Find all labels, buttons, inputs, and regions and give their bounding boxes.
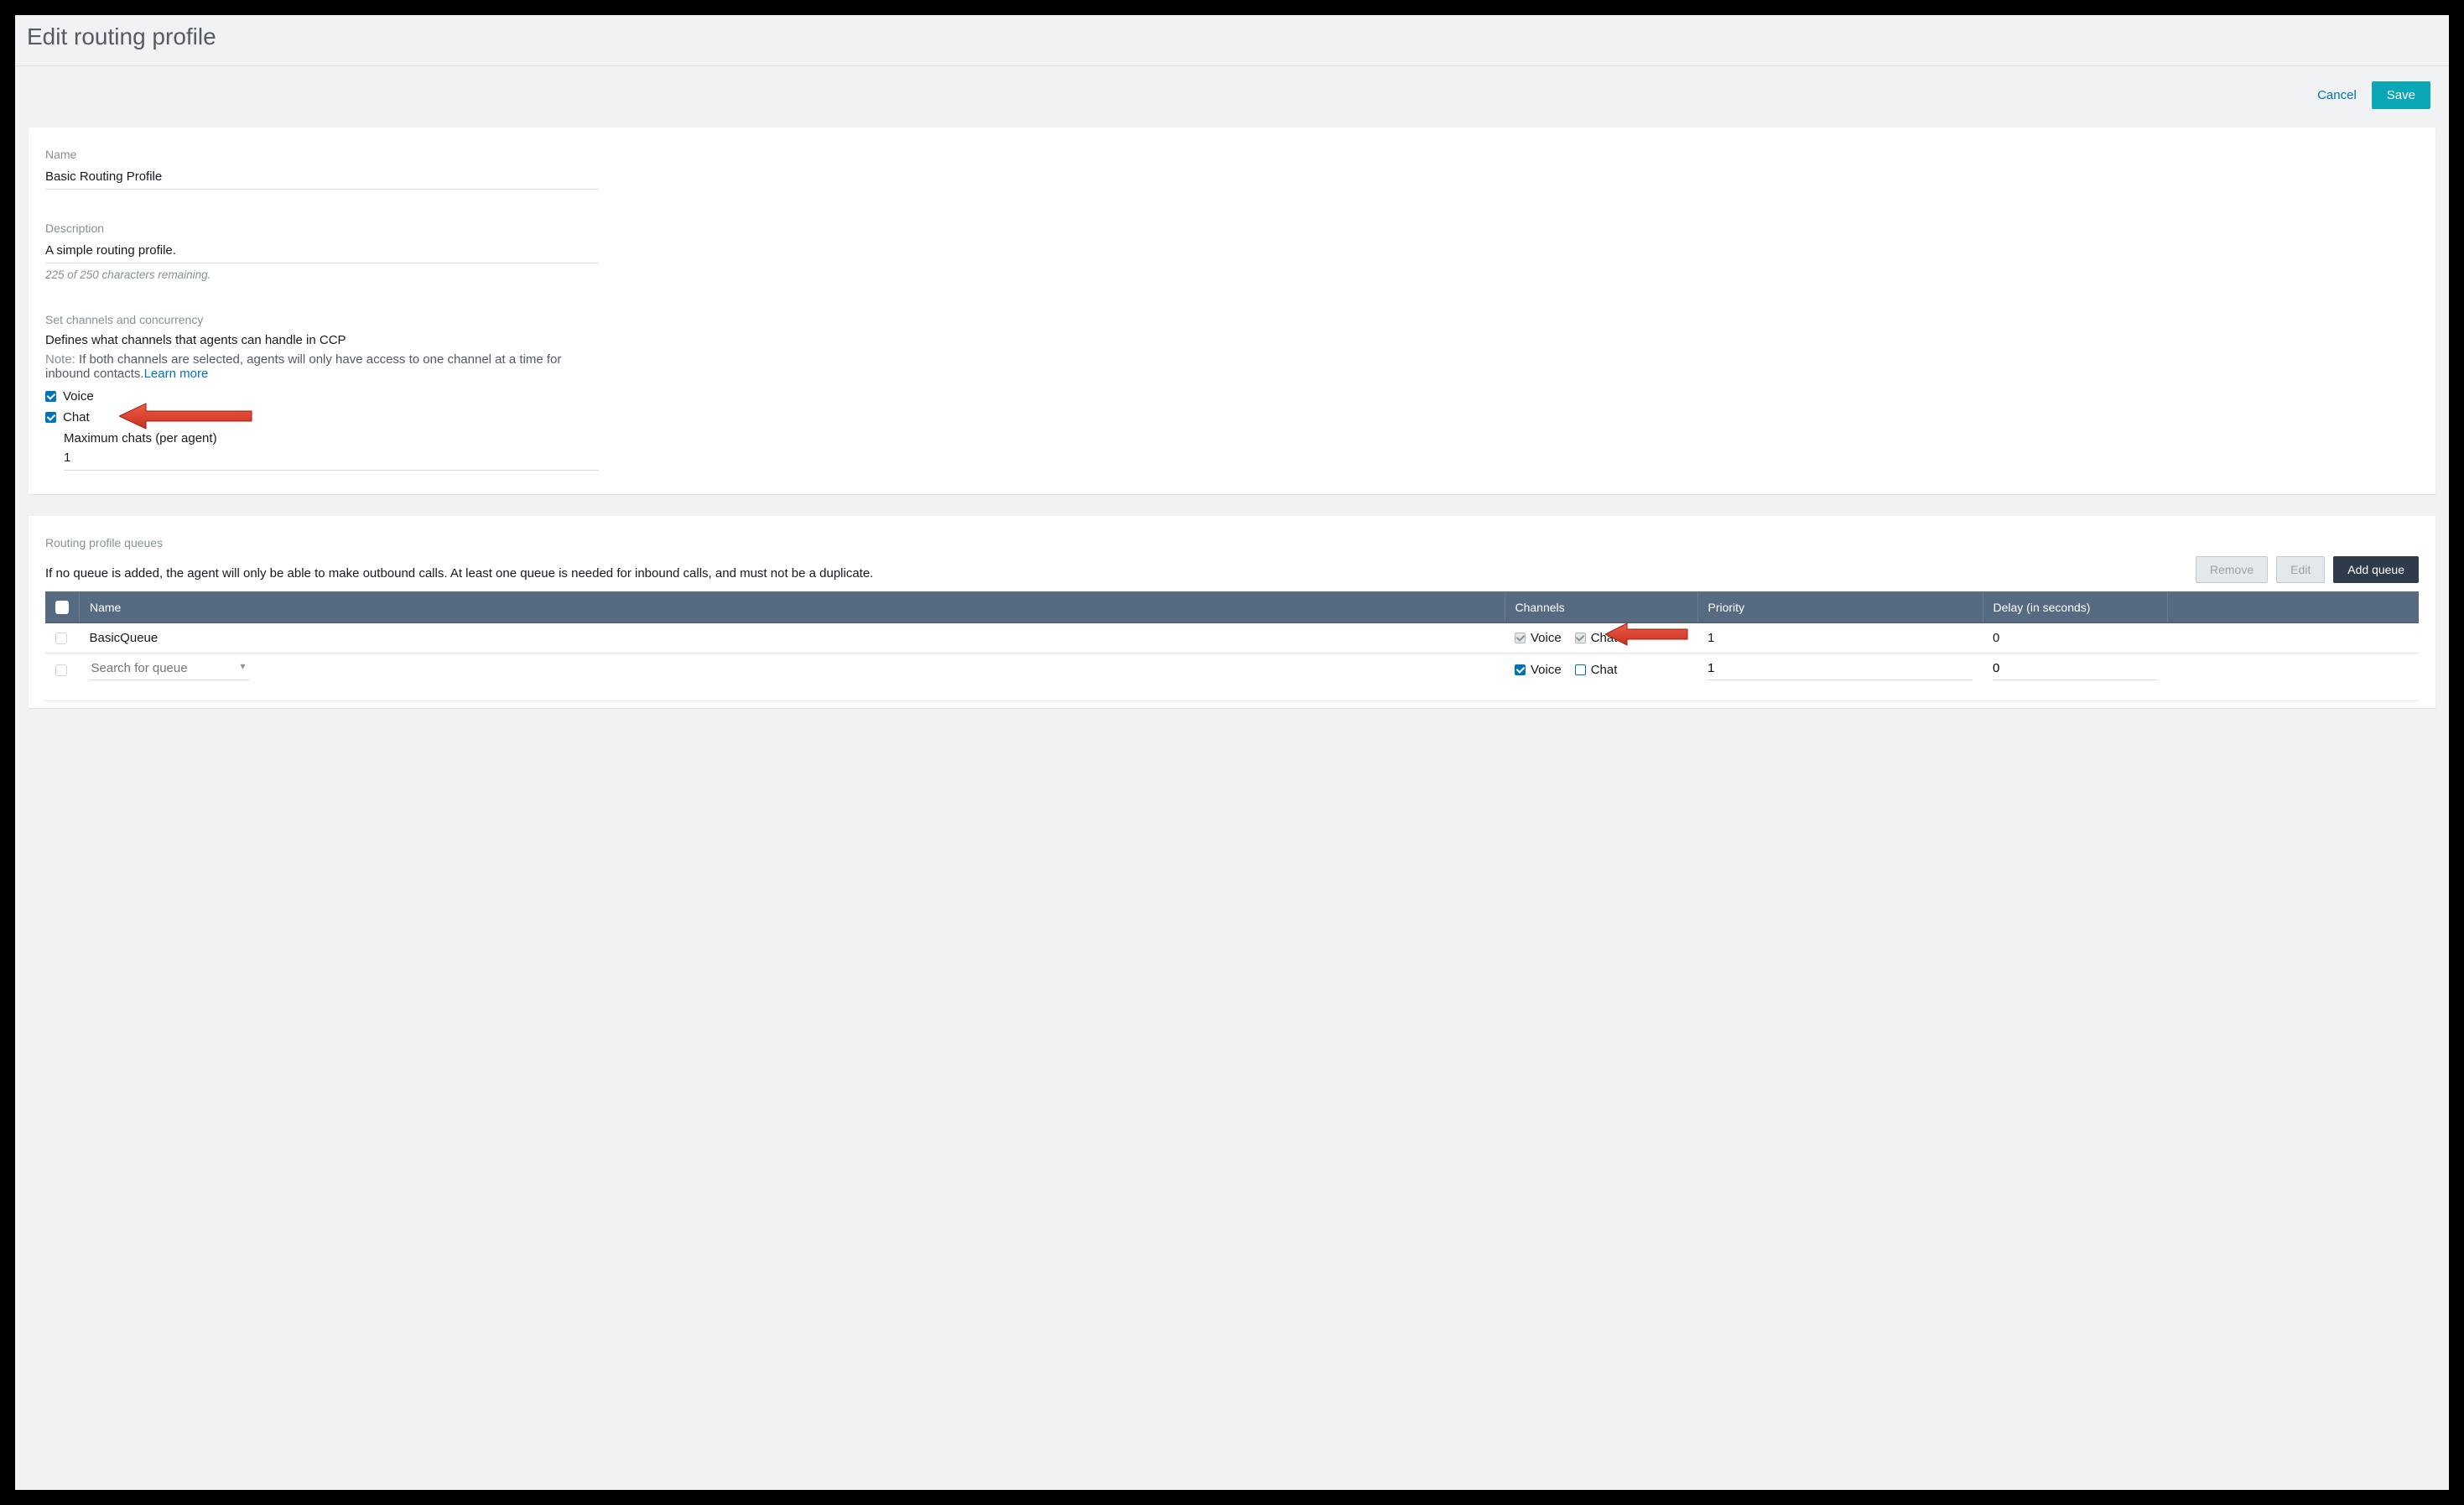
voice-label: Voice	[63, 389, 94, 404]
table-row: Voice Chat	[45, 654, 2419, 701]
note-label: Note:	[45, 352, 75, 367]
learn-more-link[interactable]: Learn more	[144, 367, 209, 381]
newrow-voice-checkbox[interactable]	[1515, 664, 1526, 675]
remove-queue-button[interactable]: Remove	[2196, 556, 2268, 583]
row-chat-label: Chat	[1591, 631, 1618, 645]
edit-queue-button[interactable]: Edit	[2276, 556, 2325, 583]
queues-section-label: Routing profile queues	[45, 536, 2419, 549]
chat-checkbox[interactable]	[45, 412, 56, 423]
chat-label: Chat	[63, 410, 90, 424]
newrow-chat-checkbox[interactable]	[1575, 664, 1586, 675]
queue-name-cell: BasicQueue	[80, 623, 1505, 654]
channels-note: Note: If both channels are selected, age…	[45, 352, 599, 381]
newrow-chat-label: Chat	[1591, 663, 1618, 677]
queues-panel: Routing profile queues If no queue is ad…	[29, 516, 2435, 708]
row-priority: 1	[1697, 623, 1983, 654]
note-text: If both channels are selected, agents wi…	[45, 352, 561, 381]
name-input[interactable]	[45, 166, 599, 190]
annotation-arrow-icon	[119, 402, 253, 430]
channels-section-desc: Defines what channels that agents can ha…	[45, 333, 599, 347]
row-chat-checkbox	[1575, 633, 1586, 643]
voice-checkbox-row[interactable]: Voice	[45, 389, 599, 404]
queues-table: Name Channels Priority Delay (in seconds…	[45, 591, 2419, 701]
max-chats-label: Maximum chats (per agent)	[64, 431, 599, 445]
select-all-checkbox[interactable]	[55, 601, 69, 614]
row-voice-checkbox	[1515, 633, 1526, 643]
col-priority: Priority	[1697, 591, 1983, 623]
newrow-voice-label: Voice	[1531, 663, 1562, 677]
form-panel: Name Description 225 of 250 characters r…	[29, 128, 2435, 494]
col-channels: Channels	[1505, 591, 1697, 623]
col-actions	[2167, 591, 2419, 623]
row-select-checkbox[interactable]	[55, 664, 67, 676]
channels-section-label: Set channels and concurrency	[45, 313, 599, 326]
description-input[interactable]	[45, 240, 599, 263]
chat-checkbox-row[interactable]: Chat	[45, 410, 599, 424]
newrow-priority-input[interactable]	[1708, 659, 1973, 680]
save-button[interactable]: Save	[2372, 81, 2430, 109]
max-chats-input[interactable]	[64, 447, 599, 471]
newrow-channels: Voice Chat	[1515, 663, 1687, 677]
col-name: Name	[80, 591, 1505, 623]
row-select-checkbox[interactable]	[55, 633, 67, 644]
row-delay: 0	[1983, 623, 2167, 654]
cancel-button[interactable]: Cancel	[2317, 88, 2357, 102]
queue-search-input[interactable]	[90, 659, 249, 680]
name-label: Name	[45, 148, 599, 161]
description-label: Description	[45, 221, 599, 235]
description-helper: 225 of 250 characters remaining.	[45, 268, 599, 281]
col-delay: Delay (in seconds)	[1983, 591, 2167, 623]
voice-checkbox[interactable]	[45, 391, 56, 402]
row-voice-label: Voice	[1531, 631, 1562, 645]
page-title: Edit routing profile	[15, 15, 2449, 66]
add-queue-button[interactable]: Add queue	[2333, 556, 2419, 583]
table-row: BasicQueue Voice Chat	[45, 623, 2419, 654]
action-bar: Cancel Save	[15, 66, 2449, 128]
newrow-delay-input[interactable]	[1993, 659, 2157, 680]
row-channels: Voice Chat	[1515, 631, 1687, 645]
queues-description: If no queue is added, the agent will onl…	[45, 565, 873, 584]
